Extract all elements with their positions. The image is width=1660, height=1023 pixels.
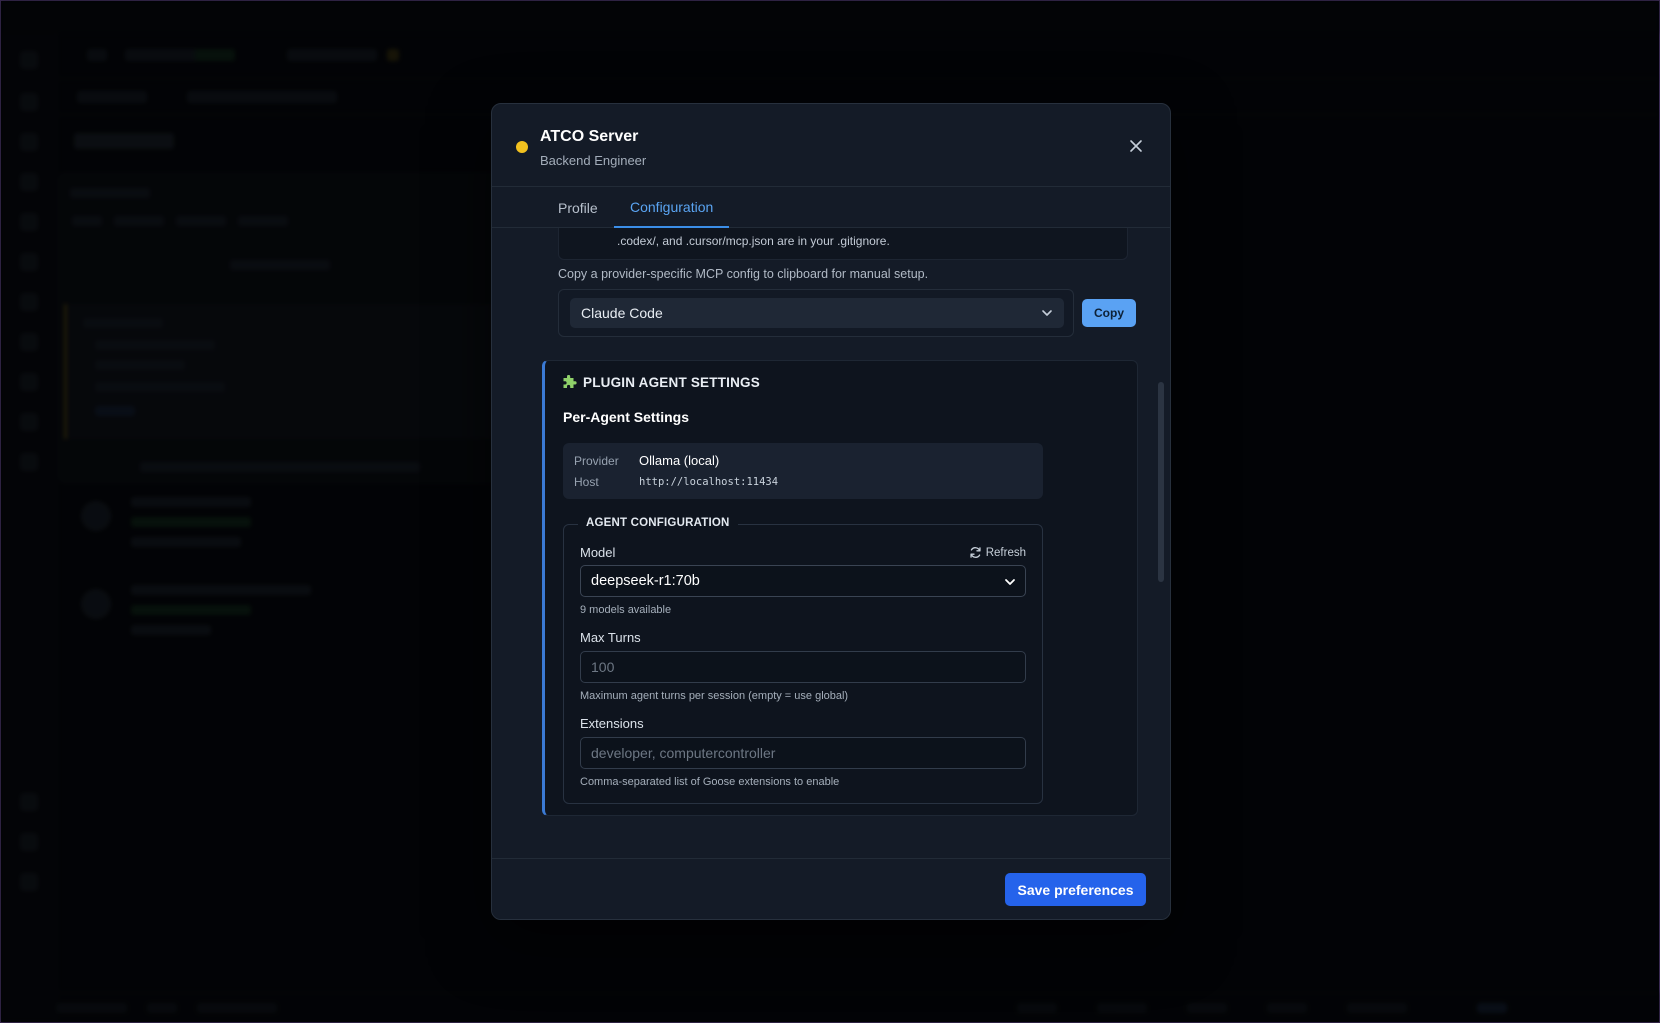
refresh-icon [970,547,981,558]
max-turns-label: Max Turns [580,630,641,645]
copy-config-hint: Copy a provider-specific MCP config to c… [558,267,929,281]
tab-configuration[interactable]: Configuration [614,187,730,228]
modal-footer: Save preferences [492,858,1170,919]
chevron-down-icon [1042,310,1052,316]
extensions-label: Extensions [580,716,644,731]
close-icon [1130,140,1142,152]
refresh-label: Refresh [985,546,1026,559]
plugin-section-title: PLUGIN AGENT SETTINGS [583,375,760,390]
model-select[interactable]: deepseek-r1:70b [580,565,1026,597]
host-value: http://localhost:11434 [639,476,779,488]
agent-configuration-legend: AGENT CONFIGURATION [578,517,738,529]
extensions-help: Comma-separated list of Goose extensions… [580,776,840,788]
modal-scrollbar[interactable] [1158,382,1164,582]
model-label: Model [580,545,616,560]
provider-select-value: Claude Code [581,305,663,321]
models-available-count: 9 models available [580,604,672,616]
host-label: Host [574,475,599,489]
provider-select[interactable]: Claude Code [570,298,1064,328]
max-turns-help: Maximum agent turns per session (empty =… [580,690,849,702]
modal-tabs: Profile Configuration [492,186,1170,228]
extensions-input[interactable] [580,737,1026,769]
provider-value: Ollama (local) [639,453,720,468]
modal-title: ATCO Server [540,128,639,145]
app-window: ATCO Server Backend Engineer Profile Con… [0,0,1660,1023]
status-indicator [516,141,528,153]
gitignore-note-box: .codex/, and .cursor/mcp.json are in you… [558,228,1128,260]
puzzle-piece-icon [563,375,577,388]
modal-header: ATCO Server Backend Engineer [492,104,1170,186]
modal-subtitle: Backend Engineer [540,153,647,168]
provider-info-box: Provider Ollama (local) Host http://loca… [563,443,1043,499]
modal-body[interactable]: .codex/, and .cursor/mcp.json are in you… [492,228,1170,860]
mcp-copy-row: Claude Code [558,289,1074,337]
chevron-down-icon [1005,579,1015,585]
tab-profile[interactable]: Profile [542,187,614,228]
copy-config-button[interactable]: Copy [1082,299,1136,327]
save-preferences-button[interactable]: Save preferences [1005,873,1146,906]
close-button[interactable] [1124,134,1148,158]
provider-label: Provider [574,454,619,468]
refresh-models-button[interactable]: Refresh [969,546,1026,559]
agent-configuration-group: AGENT CONFIGURATION Model Refresh deepse… [563,517,1043,804]
max-turns-input[interactable] [580,651,1026,683]
per-agent-title: Per-Agent Settings [563,409,690,425]
gitignore-note: .codex/, and .cursor/mcp.json are in you… [617,234,890,248]
agent-settings-modal: ATCO Server Backend Engineer Profile Con… [491,103,1171,920]
model-select-value: deepseek-r1:70b [591,573,700,589]
plugin-agent-settings-card: PLUGIN AGENT SETTINGS Per-Agent Settings… [542,360,1138,816]
